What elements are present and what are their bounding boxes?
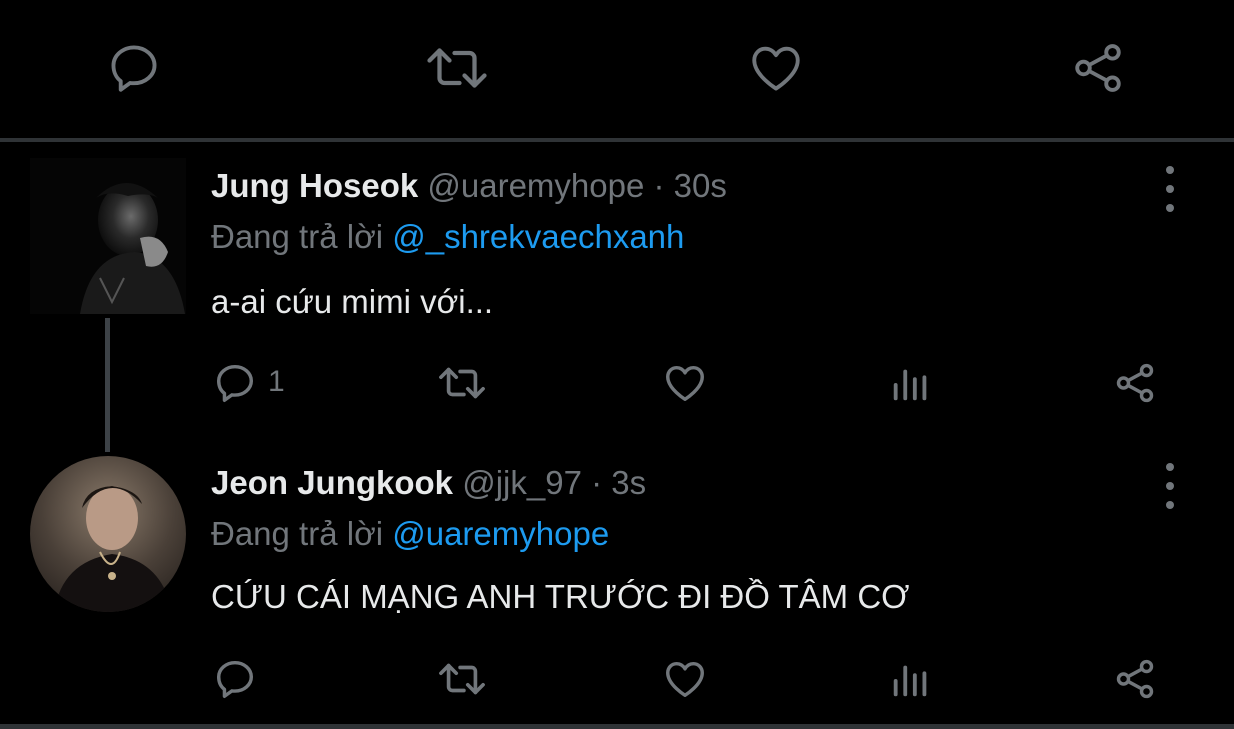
replying-to: Đang trả lời @_shrekvaechxanh xyxy=(211,217,684,257)
tweet-text: CỨU CÁI MẠNG ANH TRƯỚC ĐI ĐỒ TÂM CƠ xyxy=(211,578,910,615)
timestamp[interactable]: 3s xyxy=(611,464,646,501)
mention-link[interactable]: @uaremyhope xyxy=(392,515,609,552)
avatar[interactable] xyxy=(30,158,186,314)
tweet-header: Jung Hoseok @uaremyhope · 30s xyxy=(211,166,727,206)
separator: · xyxy=(653,167,665,204)
reply-icon[interactable] xyxy=(212,656,258,702)
display-name[interactable]: Jeon Jungkook xyxy=(211,464,453,501)
replying-to-label: Đang trả lời xyxy=(211,515,384,552)
user-handle[interactable]: @uaremyhope xyxy=(427,167,644,204)
more-options-icon[interactable] xyxy=(1152,164,1188,214)
reply-icon[interactable] xyxy=(104,38,164,98)
replying-to-label: Đang trả lời xyxy=(211,218,384,255)
replying-to: Đang trả lời @uaremyhope xyxy=(211,514,609,554)
tweet-text: a-ai cứu mimi với... xyxy=(211,283,494,320)
analytics-icon[interactable] xyxy=(888,656,934,702)
mention-link[interactable]: @_shrekvaechxanh xyxy=(392,218,684,255)
reply-icon[interactable] xyxy=(212,360,258,406)
tweet-header: Jeon Jungkook @jjk_97 · 3s xyxy=(211,463,646,503)
share-icon[interactable] xyxy=(1068,38,1128,98)
thread-connector-line xyxy=(105,318,110,452)
separator: · xyxy=(591,464,603,501)
section-divider xyxy=(0,138,1234,142)
display-name[interactable]: Jung Hoseok xyxy=(211,167,418,204)
more-options-icon[interactable] xyxy=(1152,461,1188,511)
user-handle[interactable]: @jjk_97 xyxy=(462,464,582,501)
heart-icon[interactable] xyxy=(746,38,806,98)
avatar[interactable] xyxy=(30,456,186,612)
share-icon[interactable] xyxy=(1112,360,1158,406)
retweet-icon[interactable] xyxy=(434,656,490,702)
heart-icon[interactable] xyxy=(662,360,708,406)
heart-icon[interactable] xyxy=(662,656,708,702)
focused-tweet-action-bar xyxy=(0,0,1234,138)
retweet-icon[interactable] xyxy=(424,38,490,98)
share-icon[interactable] xyxy=(1112,656,1158,702)
reply-count: 1 xyxy=(268,365,285,398)
section-divider xyxy=(0,724,1234,729)
timestamp[interactable]: 30s xyxy=(674,167,727,204)
analytics-icon[interactable] xyxy=(888,360,934,406)
retweet-icon[interactable] xyxy=(434,360,490,406)
